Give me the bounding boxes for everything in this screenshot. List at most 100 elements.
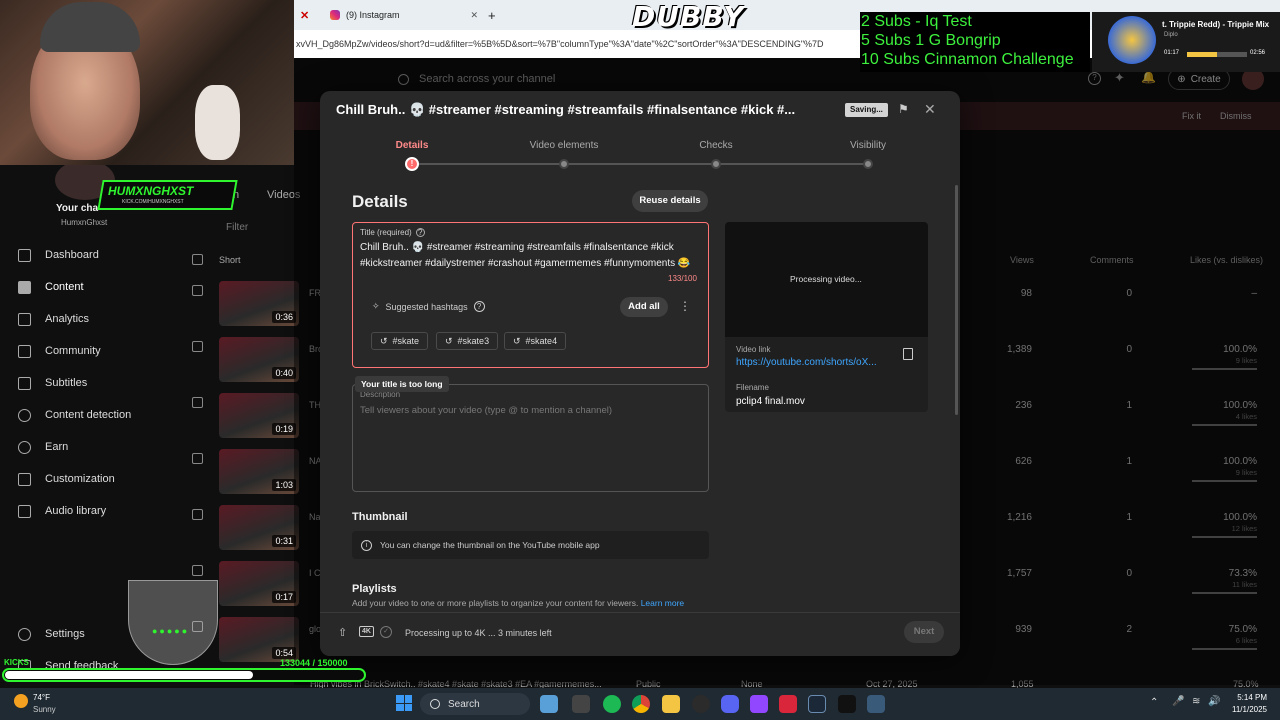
row-thumbnail[interactable]: 0:19	[219, 393, 299, 438]
sidebar-item-dashboard[interactable]: Dashboard	[18, 245, 99, 265]
wifi-icon[interactable]: ≋	[1192, 696, 1200, 707]
chrome-icon[interactable]	[632, 695, 650, 713]
filter-input[interactable]: Filter	[226, 222, 248, 233]
learn-more-link[interactable]: Learn more	[641, 598, 684, 608]
row-thumbnail[interactable]: 0:40	[219, 337, 299, 382]
step-visibility[interactable]: Visibility	[818, 140, 918, 151]
next-button[interactable]: Next	[904, 621, 944, 643]
taskbar-search[interactable]: Search	[420, 693, 530, 715]
sidebar-item-label: Content	[45, 281, 84, 293]
sidebar-item-label: Customization	[45, 473, 115, 485]
sponsor-logo: DUBBY	[632, 0, 745, 33]
more-options-icon[interactable]: ⋮	[679, 299, 691, 313]
close-dialog-button[interactable]: ✕	[924, 101, 936, 118]
row-checkbox[interactable]	[192, 453, 203, 464]
task-view-icon[interactable]	[572, 695, 590, 713]
step-details[interactable]: Details	[362, 140, 462, 151]
description-field[interactable]	[352, 384, 709, 492]
row-thumbnail[interactable]: 0:17	[219, 561, 299, 606]
row-checkbox[interactable]	[192, 341, 203, 352]
app-red-icon[interactable]	[779, 695, 797, 713]
close-icon[interactable]: ✕	[470, 10, 478, 21]
tab-instagram[interactable]: (9) Instagram ✕	[330, 3, 478, 27]
hashtag-chip[interactable]: ↺ #skate3	[436, 332, 499, 350]
hashtag-label: #skate	[392, 336, 420, 346]
weather-icon[interactable]	[14, 694, 28, 708]
widgets-icon[interactable]	[540, 695, 558, 713]
check-icon: ✓	[380, 626, 392, 638]
app-icon[interactable]	[867, 695, 885, 713]
help-icon[interactable]: ?	[415, 228, 425, 237]
sidebar-item-content-detection[interactable]: Content detection	[18, 405, 131, 425]
history-icon: ↺	[513, 335, 521, 346]
scrollbar[interactable]	[955, 185, 958, 415]
character-counter: 133/100	[668, 274, 697, 283]
row-checkbox[interactable]	[192, 565, 203, 576]
copyright-icon	[18, 408, 31, 422]
tab-label: (9) Instagram	[346, 10, 400, 20]
terminal-icon[interactable]	[838, 695, 856, 713]
sidebar-item-settings[interactable]: Settings	[18, 624, 85, 644]
row-thumbnail[interactable]: 0:31	[219, 505, 299, 550]
sidebar-item-analytics[interactable]: Analytics	[18, 309, 89, 329]
row-checkbox[interactable]	[192, 509, 203, 520]
report-icon[interactable]: ⚑	[898, 102, 909, 116]
sidebar-item-audio-library[interactable]: Audio library	[18, 501, 106, 521]
weather-temp: 74°F	[33, 693, 50, 702]
channel-label: Your cha	[56, 203, 99, 214]
row-checkbox[interactable]	[192, 397, 203, 408]
reuse-details-button[interactable]: Reuse details	[632, 190, 708, 212]
section-title: Details	[352, 192, 408, 211]
upload-icon: ⇧	[338, 627, 348, 639]
suggested-hashtags-label: Suggested hashtags	[385, 301, 468, 312]
description-input[interactable]: Tell viewers about your video (type @ to…	[360, 405, 612, 416]
row-checkbox[interactable]	[192, 285, 203, 296]
plush-toy	[195, 85, 240, 160]
title-input-line[interactable]: Chill Bruh.. 💀 #streamer #streaming #str…	[360, 242, 674, 253]
row-thumbnail[interactable]: 0:36	[219, 281, 299, 326]
help-icon[interactable]: ?	[473, 301, 485, 312]
kicks-label: KICKS	[4, 658, 29, 667]
search-icon	[430, 699, 440, 709]
content-icon	[18, 280, 31, 294]
discord-icon[interactable]	[721, 695, 739, 713]
windows-start-icon[interactable]	[396, 695, 412, 711]
steam-icon[interactable]	[808, 695, 826, 713]
sidebar-item-subtitles[interactable]: Subtitles	[18, 373, 87, 393]
row-duration: 0:17	[272, 591, 296, 603]
copy-icon[interactable]	[903, 348, 913, 360]
sub-goal-line: 2 Subs - Iq Test	[861, 13, 972, 30]
step-checks[interactable]: Checks	[666, 140, 766, 151]
sidebar-item-community[interactable]: Community	[18, 341, 101, 361]
stepper-track	[416, 163, 868, 165]
row-thumbnail[interactable]: 0:54	[219, 617, 299, 662]
hashtag-chip[interactable]: ↺ #skate	[371, 332, 429, 350]
hd-badge-icon: 4K	[359, 626, 374, 637]
video-link[interactable]: https://youtube.com/shorts/oX...	[736, 357, 877, 368]
add-all-button[interactable]: Add all	[620, 297, 668, 317]
speaker-icon[interactable]: 🔊	[1208, 696, 1220, 707]
sub-goal-line: 5 Subs 1 G Bongrip	[861, 32, 1001, 49]
twitch-icon[interactable]	[750, 695, 768, 713]
kicks-progress-fill	[5, 671, 253, 679]
file-explorer-icon[interactable]	[662, 695, 680, 713]
title-input-line[interactable]: #kickstreamer #dailystremer #crashout #g…	[360, 258, 690, 269]
sidebar-item-earn[interactable]: Earn	[18, 437, 68, 457]
close-tab-button[interactable]: ✕	[300, 3, 309, 27]
spotify-icon[interactable]	[603, 695, 621, 713]
sub-goals: 2 Subs - Iq Test 5 Subs 1 G Bongrip 10 S…	[860, 12, 1090, 72]
obs-icon[interactable]	[692, 695, 710, 713]
select-all-checkbox[interactable]	[192, 254, 203, 265]
time-elapsed: 01:17	[1164, 50, 1180, 56]
info-icon: i	[361, 539, 372, 551]
new-tab-button[interactable]: +	[488, 3, 496, 27]
chevron-up-icon[interactable]: ⌃	[1150, 697, 1158, 708]
hashtag-chip[interactable]: ↺ #skate4	[504, 332, 567, 350]
taskbar-search-label: Search	[448, 698, 480, 710]
step-video-elements[interactable]: Video elements	[514, 140, 614, 151]
row-thumbnail[interactable]: 1:03	[219, 449, 299, 494]
title-label: Title (required)?	[360, 228, 425, 237]
sidebar-item-customization[interactable]: Customization	[18, 469, 115, 489]
sidebar-item-content[interactable]: Content	[18, 277, 84, 297]
microphone-icon[interactable]: 🎤	[1172, 696, 1184, 707]
